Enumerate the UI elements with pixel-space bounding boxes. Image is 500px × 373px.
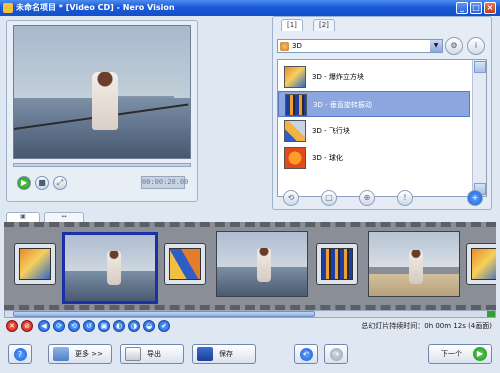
effect-label: 3D - 垂直旋转振动 <box>313 101 372 109</box>
move-left-icon[interactable]: ◀ <box>38 320 50 332</box>
effects-list: 3D - 爆炸立方块 3D - 垂直旋转振动 3D - 飞行块 3D - 球化 <box>277 59 487 197</box>
preview-screen <box>13 25 191 159</box>
storyboard-photo-2[interactable] <box>216 231 308 297</box>
category-select[interactable]: 3D ▼ <box>277 39 443 53</box>
save-button-label: 保存 <box>219 350 233 358</box>
workspace: ▶ ■ ⤢ 00:00:20.00 [1] [2] 3D ▼ ⚙ i 3D - … <box>0 16 500 373</box>
effects-scrollbar[interactable] <box>472 60 486 196</box>
minimize-button[interactable]: _ <box>456 2 468 14</box>
add-icon[interactable]: + <box>467 190 483 206</box>
more-button[interactable]: 更多 >> <box>48 344 112 364</box>
export-icon <box>125 347 141 361</box>
save-button[interactable]: 保存 <box>192 344 256 364</box>
brightness-icon[interactable]: ◐ <box>113 320 125 332</box>
next-button-label: 下一个 <box>441 350 462 358</box>
more-icon <box>53 347 69 361</box>
effect-label: 3D - 球化 <box>312 154 343 162</box>
remove-icon[interactable]: ⊘ <box>21 320 33 332</box>
playback-controls: ▶ ■ ⤢ 00:00:20.00 <box>13 173 191 195</box>
scroll-right-icon[interactable] <box>487 311 495 317</box>
warning-icon[interactable]: ! <box>397 190 413 206</box>
maximize-button[interactable]: □ <box>470 2 482 14</box>
export-button-label: 导出 <box>147 350 161 358</box>
effect-label: 3D - 爆炸立方块 <box>312 73 364 81</box>
effect-thumbnail <box>284 66 306 88</box>
undo-button[interactable]: ↶ <box>294 344 318 364</box>
effect-thumbnail <box>284 147 306 169</box>
tab-timeline[interactable]: ↔ <box>44 212 84 222</box>
undo-icon: ↶ <box>299 348 313 361</box>
transition-item[interactable] <box>14 243 56 285</box>
crop-icon[interactable]: ▣ <box>98 320 110 332</box>
effects-toolbar: ⟲ ▢ ⊕ ! + <box>277 190 487 206</box>
transition-thumbnail <box>321 248 353 280</box>
rotate-right-icon[interactable]: ⟳ <box>53 320 65 332</box>
storyboard <box>4 222 496 310</box>
category-icon <box>280 42 289 51</box>
transition-thumbnail <box>19 248 51 280</box>
photo-person <box>409 250 423 284</box>
effect-thumbnail <box>285 94 307 116</box>
tab-storyboard[interactable]: ▣ <box>6 212 40 222</box>
list-item[interactable]: 3D - 垂直旋转振动 <box>278 91 470 117</box>
window-title: 未命名项目 * [Video CD] - Nero Vision <box>16 3 175 12</box>
color-icon[interactable]: ◒ <box>143 320 155 332</box>
storyboard-photo-3[interactable] <box>368 231 460 297</box>
transition-item[interactable] <box>466 243 496 285</box>
category-select-value: 3D <box>292 42 302 50</box>
storyboard-scrollbar[interactable] <box>4 310 496 318</box>
frame-icon[interactable]: ▢ <box>321 190 337 206</box>
effect-settings-icon[interactable]: ⚙ <box>445 37 463 55</box>
tab-transitions[interactable]: [1] <box>281 19 303 31</box>
help-icon: ? <box>13 348 27 361</box>
list-item[interactable]: 3D - 爆炸立方块 <box>278 64 470 90</box>
effect-info-icon[interactable]: i <box>467 37 485 55</box>
stop-icon[interactable]: ■ <box>35 176 49 190</box>
reset-icon[interactable]: ↺ <box>83 320 95 332</box>
chevron-down-icon[interactable]: ▼ <box>430 40 442 52</box>
rotate-left-icon[interactable]: ⟲ <box>68 320 80 332</box>
storyboard-toolbar: ✕ ⊘ ◀ ⟳ ⟲ ↺ ▣ ◐ ◑ ◒ ✔ <box>6 320 206 334</box>
timecode-display: 00:00:20.00 <box>141 176 188 189</box>
export-button[interactable]: 导出 <box>120 344 184 364</box>
play-icon[interactable]: ▶ <box>17 176 31 190</box>
effects-panel: [1] [2] 3D ▼ ⚙ i 3D - 爆炸立方块 3D - 垂直旋转振动 … <box>272 16 492 210</box>
redo-icon: ↷ <box>329 348 343 361</box>
list-item[interactable]: 3D - 飞行块 <box>278 118 470 144</box>
contrast-icon[interactable]: ◑ <box>128 320 140 332</box>
slideshow-duration: 总幻灯片持续时间：0h 00m 12s (4画面) <box>361 322 492 330</box>
list-item[interactable]: 3D - 球化 <box>278 145 470 171</box>
transition-thumbnail <box>169 248 201 280</box>
app-icon <box>3 3 13 13</box>
redo-button[interactable]: ↷ <box>324 344 348 364</box>
close-button[interactable]: × <box>484 2 496 14</box>
apply-icon[interactable]: ⊕ <box>359 190 375 206</box>
transition-item[interactable] <box>316 243 358 285</box>
transition-item[interactable] <box>164 243 206 285</box>
scrollbar-thumb[interactable] <box>13 311 315 317</box>
refresh-icon[interactable]: ⟲ <box>283 190 299 206</box>
photo-person <box>107 251 121 285</box>
next-button[interactable]: 下一个 ▶ <box>428 344 492 364</box>
fullscreen-icon[interactable]: ⤢ <box>53 176 67 190</box>
tab-effects[interactable]: [2] <box>313 19 335 31</box>
preview-harbor <box>114 84 174 98</box>
title-bar: 未命名项目 * [Video CD] - Nero Vision _ □ × <box>0 0 500 16</box>
check-icon[interactable]: ✔ <box>158 320 170 332</box>
preview-person <box>92 72 118 130</box>
effect-thumbnail <box>284 120 306 142</box>
preview-scrub-bar[interactable] <box>13 163 191 167</box>
effect-label: 3D - 飞行块 <box>312 127 350 135</box>
more-button-label: 更多 >> <box>75 350 103 358</box>
storyboard-photo-1[interactable] <box>62 232 158 304</box>
photo-person <box>257 248 271 282</box>
scroll-up-icon[interactable] <box>474 61 486 73</box>
help-button[interactable]: ? <box>8 344 32 364</box>
delete-icon[interactable]: ✕ <box>6 320 18 332</box>
save-icon <box>197 347 213 361</box>
arrow-right-icon: ▶ <box>473 347 487 361</box>
preview-panel: ▶ ■ ⤢ 00:00:20.00 <box>6 20 198 202</box>
transition-thumbnail <box>471 248 496 280</box>
